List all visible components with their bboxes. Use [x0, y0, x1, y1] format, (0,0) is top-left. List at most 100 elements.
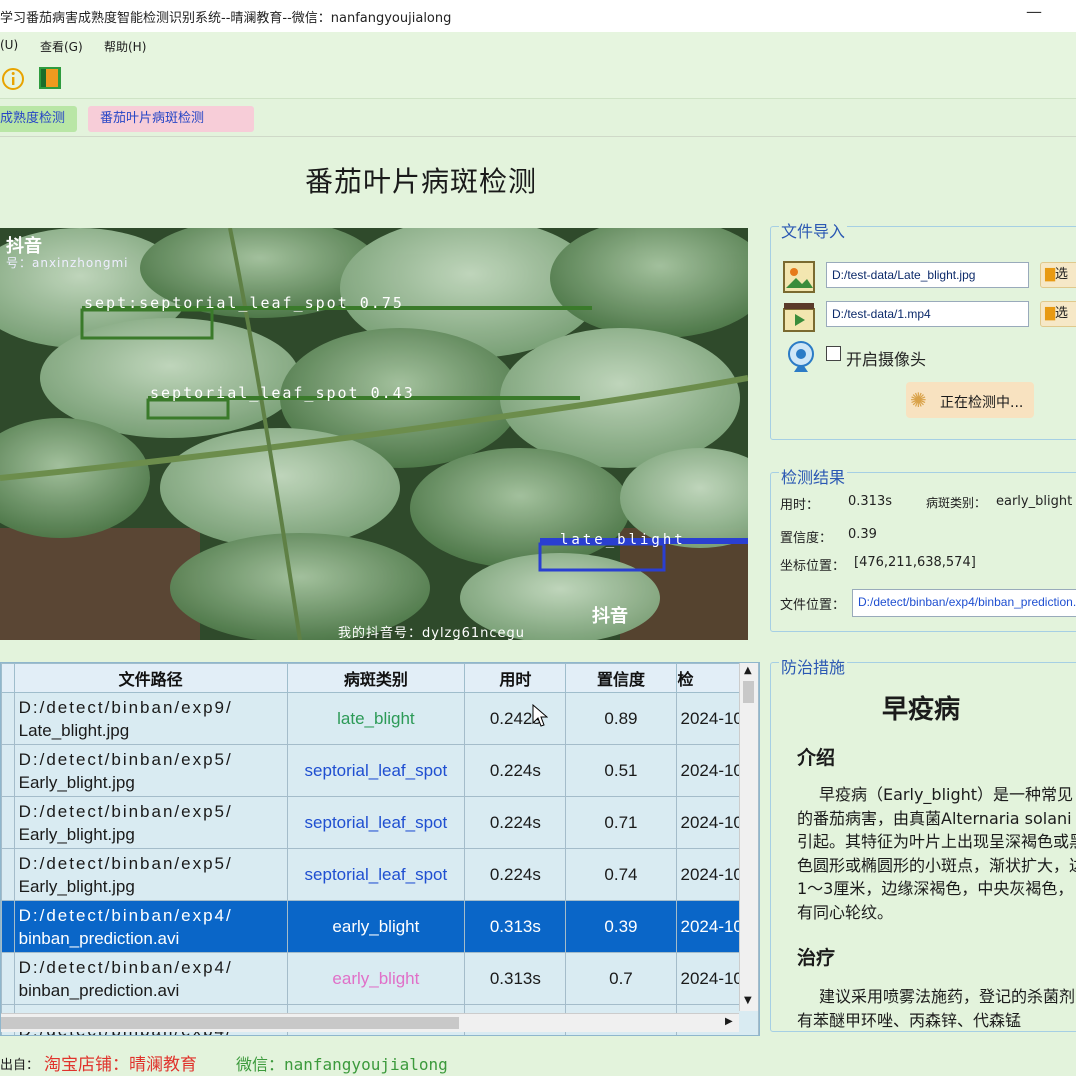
time-cell[interactable]: 0.224s — [464, 848, 567, 901]
info-icon[interactable] — [0, 66, 26, 92]
time-cell[interactable]: 0.313s — [464, 900, 567, 953]
disease-name: 早疫病 — [881, 695, 960, 725]
confidence-cell[interactable]: 0.39 — [565, 900, 677, 953]
detecting-label: 正在检测中... — [940, 395, 1024, 411]
result-title: 检测结果 — [779, 464, 848, 488]
image-path-field[interactable]: D:/test-data/Late_blight.jpg — [826, 262, 1029, 288]
scroll-down-arrow[interactable]: ▼ — [744, 995, 752, 1006]
remedy-group: 早疫病 介绍 早疫病（Early_blight）是一种常见的番茄病害，由真菌Al… — [770, 662, 1076, 1032]
select-video-button[interactable]: ▇选 — [1040, 301, 1076, 327]
file-import-title: 文件导入 — [779, 218, 848, 242]
class-cell[interactable]: septorial_leaf_spot — [286, 848, 466, 901]
class-cell[interactable]: septorial_leaf_spot — [286, 796, 466, 849]
exit-icon[interactable] — [38, 66, 64, 90]
path-line-1: D:/detect/binban/exp4/ — [18, 905, 233, 925]
path-cell[interactable]: D:/detect/binban/exp4/binban_prediction.… — [13, 952, 288, 1005]
table-row[interactable]: D:/detect/binban/exp5/Early_blight.jpg se… — [1, 848, 759, 901]
video-path-field[interactable]: D:/test-data/1.mp4 — [826, 301, 1029, 327]
intro-heading: 介绍 — [797, 747, 836, 769]
path-line-1: D:/detect/binban/exp5/ — [18, 853, 233, 873]
leaf-scene — [0, 228, 748, 640]
menu-item-u[interactable]: (U) — [0, 38, 18, 52]
minimize-button[interactable]: — — [1026, 2, 1042, 21]
horizontal-scroll-thumb[interactable] — [1, 1017, 459, 1029]
table-row[interactable]: D:/detect/binban/exp9/Late_blight.jpg lat… — [1, 692, 759, 745]
table-row[interactable]: D:/detect/binban/exp5/Early_blight.jpg se… — [1, 744, 759, 797]
results-table: 文件路径 病斑类别 用时 置信度 检 D:/detect/binban/exp9… — [0, 662, 760, 1036]
menu-item-help[interactable]: 帮助(H) — [104, 38, 146, 55]
horizontal-scrollbar[interactable]: ▶ — [1, 1013, 739, 1032]
detecting-button[interactable]: ✺ 正在检测中... — [906, 382, 1034, 418]
vertical-scrollbar[interactable]: ▲ ▼ — [739, 663, 758, 1011]
row-index-cell[interactable] — [1, 952, 15, 1005]
class-cell[interactable]: early_blight — [286, 952, 466, 1005]
camera-checkbox[interactable] — [826, 346, 841, 361]
row-index-cell[interactable] — [1, 796, 15, 849]
path-line-2: Early_blight.jpg — [18, 772, 135, 792]
video-file-icon[interactable] — [782, 300, 816, 334]
vertical-scroll-thumb[interactable] — [743, 681, 754, 703]
detection-label-3: late_blight — [560, 532, 686, 548]
time-cell[interactable]: 0.242s — [464, 692, 567, 745]
status-shop: 淘宝店铺：晴澜教育 — [44, 1055, 197, 1075]
status-wechat: 微信：nanfangyoujialong — [236, 1055, 448, 1074]
intro-text: 早疫病（Early_blight）是一种常见的番茄病害，由真菌Alternari… — [797, 785, 1076, 922]
class-cell[interactable]: late_blight — [286, 692, 466, 745]
confidence-cell[interactable]: 0.71 — [565, 796, 677, 849]
path-cell[interactable]: D:/detect/binban/exp5/Early_blight.jpg — [13, 796, 288, 849]
path-line-1: D:/detect/binban/exp5/ — [18, 801, 233, 821]
select-image-button[interactable]: ▇选 — [1040, 262, 1076, 288]
time-cell[interactable]: 0.224s — [464, 796, 567, 849]
confidence-label: 置信度： — [780, 531, 833, 546]
image-file-icon[interactable] — [782, 260, 816, 294]
header-time[interactable]: 用时 — [464, 663, 567, 693]
path-cell[interactable]: D:/detect/binban/exp9/Late_blight.jpg — [13, 692, 288, 745]
path-cell[interactable]: D:/detect/binban/exp5/Early_blight.jpg — [13, 744, 288, 797]
row-index-cell[interactable] — [1, 692, 15, 745]
class-cell[interactable]: early_blight — [286, 900, 466, 953]
path-line-1: D:/detect/binban/exp9/ — [18, 697, 233, 717]
time-label: 用时： — [780, 498, 820, 513]
scroll-up-arrow[interactable]: ▲ — [744, 665, 752, 676]
webcam-icon — [788, 341, 814, 372]
treat-text: 建议采用喷雾法施药，登记的杀菌剂有苯醚甲环唑、丙森锌、代森锰 — [797, 987, 1076, 1030]
header-confidence[interactable]: 置信度 — [565, 663, 677, 693]
confidence-cell[interactable]: 0.51 — [565, 744, 677, 797]
time-cell[interactable]: 0.313s — [464, 952, 567, 1005]
class-cell[interactable]: septorial_leaf_spot — [286, 744, 466, 797]
class-value: early_blight — [996, 494, 1073, 509]
toolbar — [0, 58, 1076, 99]
confidence-cell[interactable]: 0.89 — [565, 692, 677, 745]
scroll-right-arrow[interactable]: ▶ — [725, 1016, 733, 1027]
confidence-cell[interactable]: 0.7 — [565, 952, 677, 1005]
row-index-cell[interactable] — [1, 900, 15, 953]
time-cell[interactable]: 0.224s — [464, 744, 567, 797]
row-index-cell[interactable] — [1, 848, 15, 901]
tab-ripeness[interactable]: 成熟度检测 — [0, 106, 78, 132]
path-cell[interactable]: D:/detect/binban/exp5/Early_blight.jpg — [13, 848, 288, 901]
row-index-cell[interactable] — [1, 744, 15, 797]
table-row[interactable]: D:/detect/binban/exp4/binban_prediction.… — [1, 952, 759, 1005]
watermark-bottom: 我的抖音号：dylzg61ncegu — [338, 626, 526, 640]
results-grid: 文件路径 病斑类别 用时 置信度 检 D:/detect/binban/exp9… — [1, 663, 759, 1035]
table-row[interactable]: D:/detect/binban/exp5/Early_blight.jpg se… — [1, 796, 759, 849]
status-bar: 出自： 淘宝店铺：晴澜教育 微信：nanfangyoujialong — [0, 1046, 1076, 1076]
tab-leaf-spot[interactable]: 番茄叶片病斑检测 — [88, 106, 254, 132]
watermark-id: 号：anxinzhongmi — [6, 256, 129, 270]
path-cell[interactable]: D:/detect/binban/exp4/binban_prediction.… — [13, 900, 288, 953]
menu-item-view[interactable]: 查看(G) — [40, 38, 83, 55]
header-index — [1, 663, 15, 693]
path-line-1: D:/detect/binban/exp4/ — [18, 957, 233, 977]
header-path[interactable]: 文件路径 — [13, 663, 288, 693]
detection-label-1: sept:septorial_leaf_spot 0.75 — [84, 294, 404, 312]
path-line-2: binban_prediction.avi — [18, 980, 180, 1000]
mouse-cursor-icon — [532, 704, 548, 727]
confidence-cell[interactable]: 0.74 — [565, 848, 677, 901]
file-location-label: 文件位置： — [780, 598, 846, 613]
file-location-field[interactable]: D:/detect/binban/exp4/binban_prediction.… — [852, 589, 1076, 617]
loading-icon: ✺ — [910, 388, 927, 412]
table-row[interactable]: D:/detect/binban/exp4/binban_prediction.… — [1, 900, 759, 953]
header-class[interactable]: 病斑类别 — [286, 663, 466, 693]
status-prefix: 出自： — [0, 1058, 40, 1073]
confidence-value: 0.39 — [848, 527, 877, 542]
